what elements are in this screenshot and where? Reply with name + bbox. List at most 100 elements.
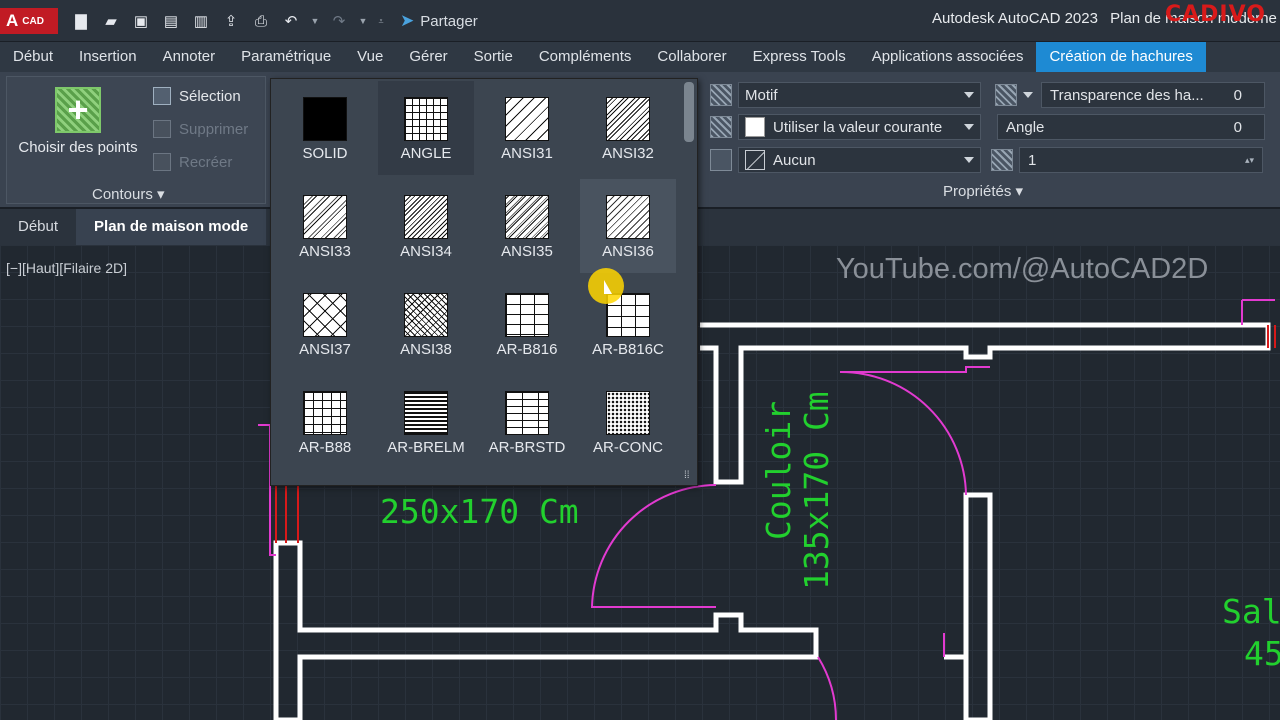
pattern-label: ANSI35 xyxy=(501,243,553,260)
ribbon-tab-5[interactable]: Gérer xyxy=(396,42,460,72)
pattern-label: AR-CONC xyxy=(593,439,663,456)
ribbon-tab-2[interactable]: Annoter xyxy=(150,42,229,72)
chevron-down-icon[interactable] xyxy=(1023,92,1033,98)
properties-title-text: Propriétés xyxy=(943,183,1012,200)
pattern-label: ANGLE xyxy=(400,145,452,162)
pattern-label: AR-B816C xyxy=(592,341,664,358)
logo-text: CAD xyxy=(22,15,44,27)
pattern-label: AR-B88 xyxy=(298,439,352,456)
pattern-thumbnail xyxy=(606,97,650,141)
pattern-thumbnail xyxy=(303,391,347,435)
open-web-icon[interactable]: ▥ xyxy=(190,10,212,32)
gallery-scrollbar[interactable] xyxy=(684,82,694,142)
remove-boundaries-button[interactable]: Supprimer xyxy=(153,120,248,138)
transparency-value: 0 xyxy=(1233,86,1242,104)
pattern-label: ANSI37 xyxy=(299,341,351,358)
properties-panel-title[interactable]: Propriétés ▾ xyxy=(943,182,1023,200)
pattern-ar-conc[interactable]: AR-CONC xyxy=(580,375,676,469)
pattern-ar-b88[interactable]: AR-B88 xyxy=(277,375,373,469)
select-objects-icon xyxy=(153,87,171,105)
scale-icon xyxy=(991,149,1013,171)
new-file-icon[interactable]: ▇ xyxy=(70,10,92,32)
redo-dropdown-icon[interactable]: ▼ xyxy=(358,10,368,32)
ribbon-tab-6[interactable]: Sortie xyxy=(461,42,526,72)
ribbon-tab-0[interactable]: Début xyxy=(0,42,66,72)
window-left xyxy=(275,485,299,543)
ribbon-tab-4[interactable]: Vue xyxy=(344,42,396,72)
ribbon-tab-8[interactable]: Collaborer xyxy=(644,42,739,72)
background-color-dropdown[interactable]: Aucun xyxy=(738,147,981,173)
pattern-ansi33[interactable]: ANSI33 xyxy=(277,179,373,273)
contours-panel-title[interactable]: Contours ▾ xyxy=(92,185,165,203)
pattern-thumbnail xyxy=(606,195,650,239)
pattern-ansi38[interactable]: ANSI38 xyxy=(378,277,474,371)
door-leaf-top xyxy=(840,366,990,373)
pattern-ansi34[interactable]: ANSI34 xyxy=(378,179,474,273)
ribbon-tab-11[interactable]: Création de hachures xyxy=(1036,42,1206,72)
transparency-icon[interactable] xyxy=(995,84,1017,106)
recreate-boundary-icon xyxy=(153,153,171,171)
recreate-boundary-button[interactable]: Recréer xyxy=(153,153,232,171)
ribbon-tab-9[interactable]: Express Tools xyxy=(740,42,859,72)
pattern-ansi32[interactable]: ANSI32 xyxy=(580,81,676,175)
paper-plane-icon: ➤ xyxy=(400,11,415,30)
pattern-label: ANSI36 xyxy=(602,243,654,260)
hatch-type-icon xyxy=(710,84,732,106)
pattern-thumbnail xyxy=(505,195,549,239)
hatch-color-value: Utiliser la valeur courante xyxy=(773,118,943,136)
pattern-label: AR-B816 xyxy=(496,341,558,358)
pattern-label: AR-BRSTD xyxy=(488,439,566,456)
corridor-dimensions: 135x170 Cm xyxy=(797,391,836,590)
application-menu-button[interactable]: A CAD xyxy=(0,8,58,34)
save-as-icon[interactable]: ▤ xyxy=(160,10,182,32)
plot-icon[interactable]: ⎙ xyxy=(250,10,272,32)
pick-points-button[interactable]: + Choisir des points xyxy=(13,85,143,175)
spinner-arrows-icon[interactable]: ▴▾ xyxy=(1245,155,1254,166)
hatch-type-dropdown[interactable]: Motif xyxy=(738,82,981,108)
background-color-selection: Aucun xyxy=(745,150,816,170)
angle-slider[interactable]: Angle 0 xyxy=(997,114,1265,140)
undo-dropdown-icon[interactable]: ▼ xyxy=(310,10,320,32)
transparency-label: Transparence des ha... xyxy=(1050,86,1204,104)
pattern-thumbnail xyxy=(404,293,448,337)
pattern-label: ANSI32 xyxy=(602,145,654,162)
chevron-down-icon xyxy=(964,92,974,98)
open-folder-icon[interactable]: ▰ xyxy=(100,10,122,32)
pattern-ar-brstd[interactable]: AR-BRSTD xyxy=(479,375,575,469)
quick-access-toolbar: ▇ ▰ ▣ ▤ ▥ ⇪ ⎙ ↶ ▼ ↷ ▼ ⩡ ➤ Partager xyxy=(70,8,478,34)
hatch-color-dropdown[interactable]: Utiliser la valeur courante xyxy=(738,114,981,140)
no-color-swatch xyxy=(745,150,765,170)
pattern-ansi35[interactable]: ANSI35 xyxy=(479,179,575,273)
doc-tab-start[interactable]: Début xyxy=(0,209,76,245)
pattern-ar-brelm[interactable]: AR-BRELM xyxy=(378,375,474,469)
doc-tab-drawing[interactable]: Plan de maison mode xyxy=(76,209,267,245)
app-title: Autodesk AutoCAD 2023 xyxy=(932,10,1098,27)
undo-icon[interactable]: ↶ xyxy=(280,10,302,32)
share-button[interactable]: ➤ Partager xyxy=(400,11,478,31)
contours-title-text: Contours xyxy=(92,186,153,203)
scale-spinner[interactable]: 1 ▴▾ xyxy=(1019,147,1263,173)
select-objects-button[interactable]: Sélection xyxy=(153,87,241,105)
redo-icon[interactable]: ↷ xyxy=(328,10,350,32)
gallery-resize-grip-icon[interactable]: ⁞⁞ xyxy=(684,470,690,481)
pattern-solid[interactable]: SOLID xyxy=(277,81,373,175)
pattern-ansi36[interactable]: ANSI36 xyxy=(580,179,676,273)
customize-qat-icon[interactable]: ⩡ xyxy=(376,10,386,32)
wall-lower-left xyxy=(273,540,819,720)
ribbon-tab-1[interactable]: Insertion xyxy=(66,42,150,72)
pattern-angle[interactable]: ANGLE xyxy=(378,81,474,175)
autocad-window: A CAD ▇ ▰ ▣ ▤ ▥ ⇪ ⎙ ↶ ▼ ↷ ▼ ⩡ ➤ Partager… xyxy=(0,0,1280,720)
transparency-slider[interactable]: Transparence des ha... 0 xyxy=(1041,82,1265,108)
pattern-label: SOLID xyxy=(302,145,348,162)
pattern-thumbnail xyxy=(505,293,549,337)
share-label: Partager xyxy=(420,12,478,30)
save-web-icon[interactable]: ⇪ xyxy=(220,10,242,32)
pattern-ansi31[interactable]: ANSI31 xyxy=(479,81,575,175)
ribbon-tab-7[interactable]: Compléments xyxy=(526,42,645,72)
ribbon-tab-10[interactable]: Applications associées xyxy=(859,42,1037,72)
pattern-ar-b816[interactable]: AR-B816 xyxy=(479,277,575,371)
pattern-thumbnail xyxy=(404,195,448,239)
ribbon-tab-3[interactable]: Paramétrique xyxy=(228,42,344,72)
save-icon[interactable]: ▣ xyxy=(130,10,152,32)
pattern-ansi37[interactable]: ANSI37 xyxy=(277,277,373,371)
